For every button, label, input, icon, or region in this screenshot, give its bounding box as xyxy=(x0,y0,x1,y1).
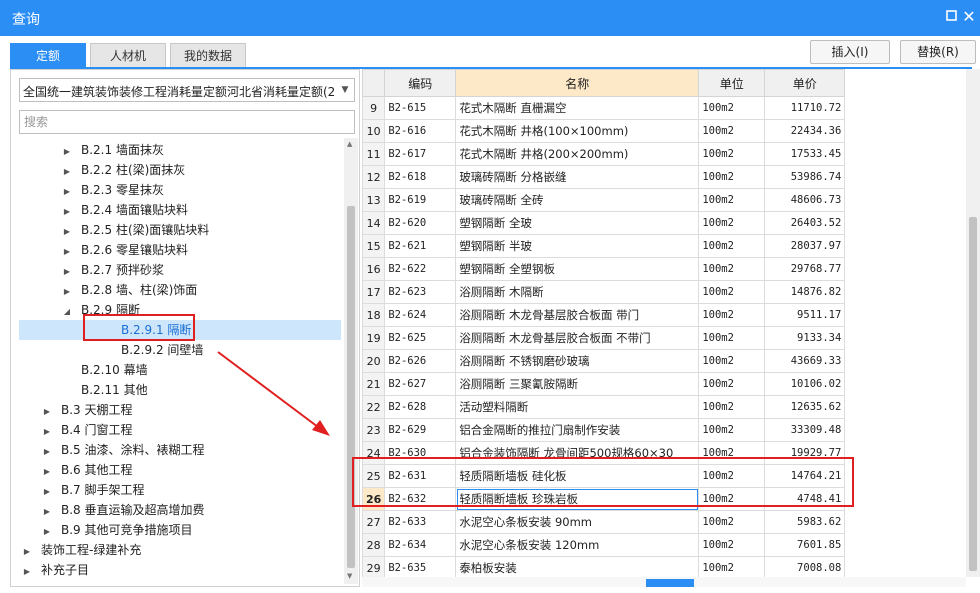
arrow-annotation xyxy=(217,351,330,436)
